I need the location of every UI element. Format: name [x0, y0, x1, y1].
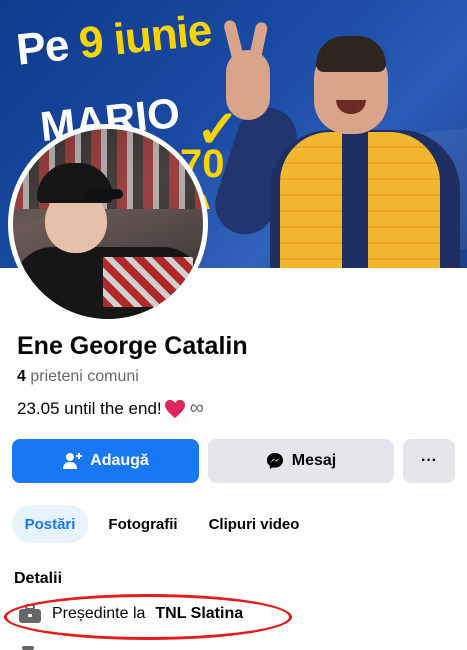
- cover-headline: Pe 9 iunie: [14, 6, 214, 76]
- add-friend-label: Adaugă: [90, 452, 149, 469]
- message-label: Mesaj: [291, 452, 337, 469]
- messenger-icon: [266, 452, 283, 470]
- cover-headline-prefix: Pe: [14, 20, 71, 75]
- mutual-friends[interactable]: 4 prieteni comuni: [17, 368, 139, 386]
- more-options-button[interactable]: ···: [403, 439, 455, 483]
- person-plus-icon: [63, 453, 83, 469]
- avatar-image: [13, 129, 203, 319]
- mutual-friends-count: 4: [17, 368, 26, 385]
- profile-name: Ene George Catalin: [17, 332, 248, 360]
- details-heading: Detalii: [14, 570, 63, 587]
- highlight-circle: [4, 594, 292, 640]
- next-detail-icon: [22, 646, 34, 650]
- tab-posts[interactable]: Postări: [12, 505, 88, 543]
- cover-person-image: [207, 19, 467, 268]
- tab-videos[interactable]: Clipuri video: [202, 505, 306, 543]
- message-button[interactable]: Mesaj: [208, 439, 394, 483]
- bio-text: 23.05 until the end!: [17, 398, 162, 418]
- infinity-symbol: ∞: [189, 397, 204, 419]
- profile-bio: 23.05 until the end! ∞: [17, 397, 204, 420]
- profile-avatar[interactable]: [8, 124, 208, 324]
- add-friend-button[interactable]: Adaugă: [12, 439, 199, 483]
- cover-headline-date: 9 iunie: [76, 5, 214, 69]
- tab-photos[interactable]: Fotografii: [100, 505, 186, 543]
- mutual-friends-label: prieteni comuni: [30, 368, 139, 385]
- heart-icon: [164, 399, 185, 418]
- more-options-icon: ···: [421, 452, 437, 469]
